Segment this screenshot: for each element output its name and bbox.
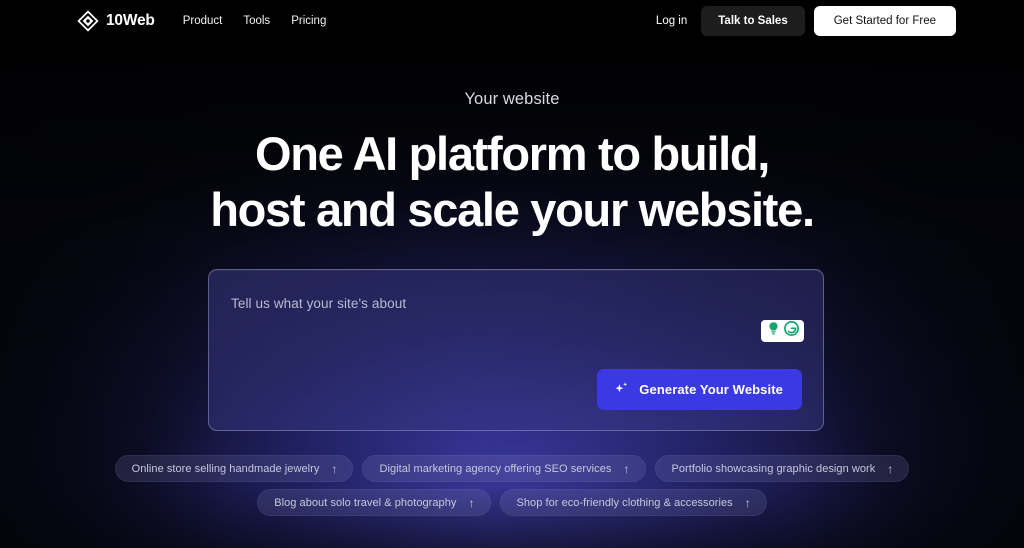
arrow-up-icon: ↑ xyxy=(623,461,630,476)
suggestion-row-2: Blog about solo travel & photography ↑ S… xyxy=(257,489,767,516)
suggestion-chip-label: Portfolio showcasing graphic design work xyxy=(671,462,876,475)
prompt-input[interactable]: Tell us what your site's about Generate … xyxy=(208,269,824,431)
prompt-panel: Tell us what your site's about Generate … xyxy=(208,269,824,431)
generate-website-button[interactable]: Generate Your Website xyxy=(597,369,802,410)
sparkle-icon xyxy=(613,380,630,400)
lightbulb-icon[interactable] xyxy=(765,320,782,342)
diamond-logo-icon xyxy=(77,9,99,32)
headline-line-2: host and scale your website. xyxy=(210,183,815,236)
brand-name: 10Web xyxy=(106,11,155,29)
nav-item-tools[interactable]: Tools xyxy=(243,15,270,27)
talk-to-sales-button[interactable]: Talk to Sales xyxy=(701,5,805,36)
suggestion-chip-travel-blog[interactable]: Blog about solo travel & photography ↑ xyxy=(257,489,491,516)
nav-item-pricing[interactable]: Pricing xyxy=(291,15,326,27)
suggestion-chip-online-store[interactable]: Online store selling handmade jewelry ↑ xyxy=(114,455,354,482)
site-header: 10Web Product Tools Pricing Log in Talk … xyxy=(0,0,1024,41)
suggestion-chip-portfolio[interactable]: Portfolio showcasing graphic design work… xyxy=(654,455,910,482)
page-root: 10Web Product Tools Pricing Log in Talk … xyxy=(0,0,1024,548)
get-started-free-button[interactable]: Get Started for Free xyxy=(813,5,956,36)
hero-eyebrow: Your website xyxy=(464,90,560,108)
primary-nav: Product Tools Pricing xyxy=(183,15,327,27)
suggestion-chip-label: Digital marketing agency offering SEO se… xyxy=(379,462,612,475)
suggestion-chip-label: Shop for eco-friendly clothing & accesso… xyxy=(516,496,733,509)
arrow-up-icon: ↑ xyxy=(744,495,751,510)
generate-website-label: Generate Your Website xyxy=(639,382,783,397)
suggestion-row-1: Online store selling handmade jewelry ↑ … xyxy=(114,455,910,482)
suggestion-chip-label: Blog about solo travel & photography xyxy=(274,496,457,509)
login-link[interactable]: Log in xyxy=(656,15,687,27)
arrow-up-icon: ↑ xyxy=(331,461,338,476)
suggestion-chip-digital-marketing[interactable]: Digital marketing agency offering SEO se… xyxy=(362,455,646,482)
header-actions: Log in Talk to Sales Get Started for Fre… xyxy=(656,5,956,36)
suggestion-chips: Online store selling handmade jewelry ↑ … xyxy=(0,455,1024,516)
assistant-badge[interactable] xyxy=(761,320,804,342)
prompt-placeholder: Tell us what your site's about xyxy=(231,296,407,311)
hero-section: Your website One AI platform to build, h… xyxy=(0,41,1024,238)
suggestion-chip-label: Online store selling handmade jewelry xyxy=(131,462,320,475)
page-title: One AI platform to build, host and scale… xyxy=(0,126,1024,238)
arrow-up-icon: ↑ xyxy=(887,461,894,476)
arrow-up-icon: ↑ xyxy=(468,495,475,510)
suggestion-chip-eco-shop[interactable]: Shop for eco-friendly clothing & accesso… xyxy=(499,489,767,516)
nav-item-product[interactable]: Product xyxy=(183,15,223,27)
grammarly-g-icon[interactable] xyxy=(783,320,800,342)
headline-line-1: One AI platform to build, xyxy=(254,127,770,180)
brand-logo[interactable]: 10Web xyxy=(77,9,155,32)
